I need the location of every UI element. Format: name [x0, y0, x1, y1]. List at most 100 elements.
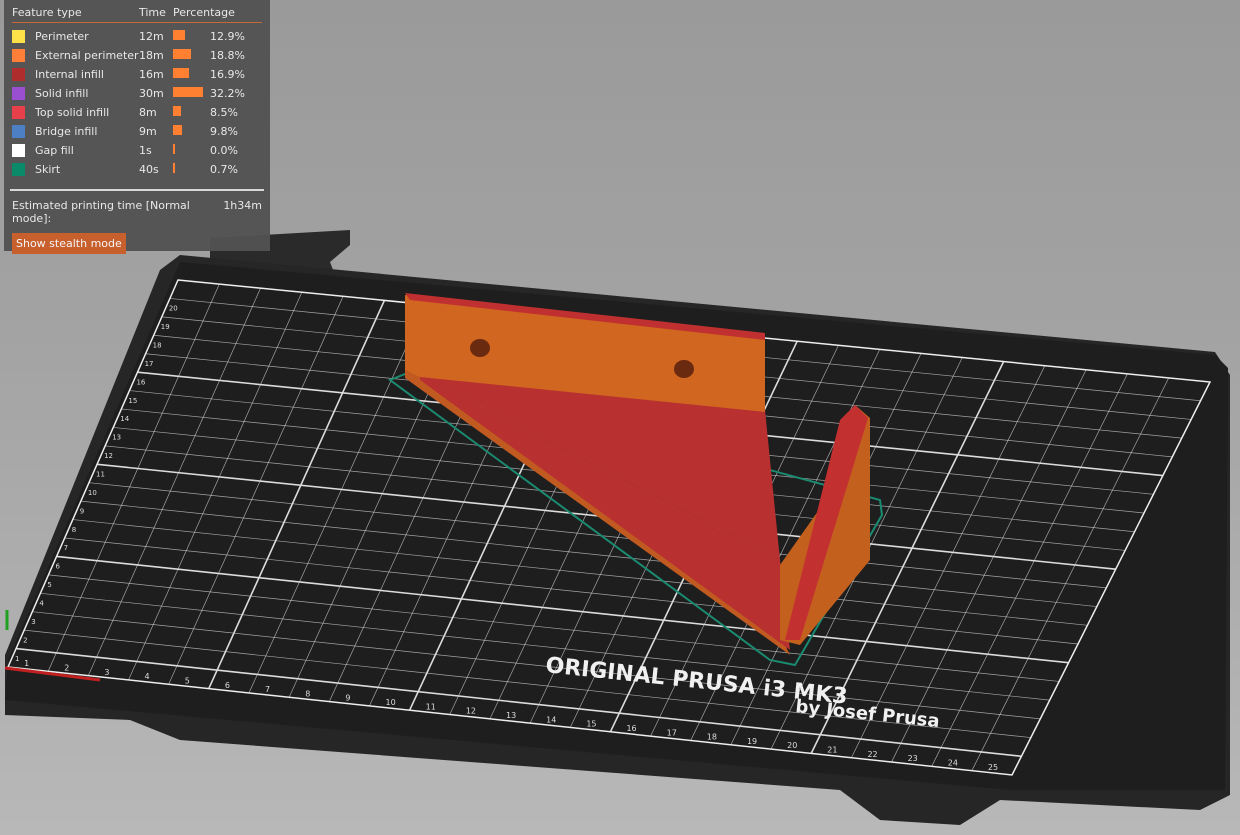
y-axis-label: 3: [31, 618, 35, 626]
legend-divider: [10, 189, 264, 191]
percentage-bar: [173, 30, 186, 40]
color-swatch: [12, 125, 25, 138]
x-axis-label: 19: [747, 737, 757, 746]
y-axis-label: 6: [56, 563, 61, 571]
legend-row: External perimeter 18m 18.8%: [12, 46, 262, 65]
feature-percentage: 9.8%: [210, 125, 238, 138]
feature-time: 16m: [139, 68, 164, 81]
color-swatch: [12, 87, 25, 100]
percentage-bar: [173, 106, 181, 116]
feature-percentage: 8.5%: [210, 106, 238, 119]
header-percentage: Percentage: [173, 6, 235, 19]
y-axis-label: 7: [64, 544, 68, 552]
feature-label: Solid infill: [35, 87, 89, 100]
feature-percentage: 0.0%: [210, 144, 238, 157]
x-axis-label: 25: [988, 763, 998, 772]
y-axis-label: 16: [136, 378, 145, 386]
x-axis-label: 11: [426, 702, 436, 711]
y-axis-label: 2: [23, 636, 27, 644]
x-axis-label: 10: [386, 698, 396, 707]
x-axis-label: 5: [185, 676, 190, 685]
feature-time: 18m: [139, 49, 164, 62]
y-axis-label: 13: [112, 434, 121, 442]
legend-row: Gap fill 1s 0.0%: [12, 141, 262, 160]
feature-percentage: 18.8%: [210, 49, 245, 62]
x-axis-label: 14: [546, 715, 556, 724]
color-swatch: [12, 68, 25, 81]
x-axis-label: 21: [827, 746, 837, 755]
feature-percentage: 16.9%: [210, 68, 245, 81]
show-stealth-mode-button[interactable]: Show stealth mode: [12, 233, 126, 254]
x-axis-label: 2: [64, 663, 69, 672]
feature-time: 30m: [139, 87, 164, 100]
legend-header: Feature type Time Percentage: [12, 6, 262, 23]
color-swatch: [12, 163, 25, 176]
legend-row: Perimeter 12m 12.9%: [12, 27, 262, 46]
header-feature-type: Feature type: [12, 6, 82, 19]
estimated-time: Estimated printing time [Normal mode]: 1…: [12, 199, 262, 225]
feature-time: 12m: [139, 30, 164, 43]
feature-label: Internal infill: [35, 68, 104, 81]
feature-label: Skirt: [35, 163, 61, 176]
y-axis-label: 15: [128, 397, 137, 405]
x-axis-label: 13: [506, 711, 516, 720]
y-axis-label: 12: [104, 452, 113, 460]
percentage-bar: [173, 163, 175, 173]
feature-time: 1s: [139, 144, 152, 157]
feature-time: 40s: [139, 163, 159, 176]
x-axis-label: 16: [626, 724, 636, 733]
feature-label: Gap fill: [35, 144, 74, 157]
feature-percentage: 32.2%: [210, 87, 245, 100]
y-axis-label: 9: [80, 507, 84, 515]
x-axis-label: 9: [345, 694, 350, 703]
legend-row: Solid infill 30m 32.2%: [12, 84, 262, 103]
x-axis-label: 12: [466, 707, 476, 716]
y-axis-label: 18: [153, 342, 162, 350]
x-axis-label: 17: [667, 728, 677, 737]
x-axis-label: 1: [24, 659, 29, 668]
y-axis-label: 8: [72, 526, 76, 534]
percentage-bar: [173, 49, 191, 59]
estimated-time-label: Estimated printing time [Normal mode]:: [12, 199, 190, 225]
color-swatch: [12, 144, 25, 157]
feature-label: Bridge infill: [35, 125, 98, 138]
color-swatch: [12, 30, 25, 43]
y-axis-label: 20: [169, 305, 178, 313]
header-time: Time: [139, 6, 166, 19]
percentage-bar: [173, 144, 175, 154]
feature-label: Top solid infill: [35, 106, 110, 119]
x-axis-label: 8: [305, 689, 310, 698]
legend-panel: Feature type Time Percentage Perimeter 12…: [4, 0, 270, 254]
feature-label: External perimeter: [35, 49, 139, 62]
y-axis-label: 10: [88, 489, 97, 497]
percentage-bar: [173, 68, 189, 78]
feature-time: 8m: [139, 106, 157, 119]
x-axis-label: 20: [787, 741, 797, 750]
x-axis-label: 22: [867, 750, 877, 759]
x-axis-label: 24: [948, 759, 958, 768]
color-swatch: [12, 49, 25, 62]
feature-percentage: 12.9%: [210, 30, 245, 43]
feature-percentage: 0.7%: [210, 163, 238, 176]
legend-row: Internal infill 16m 16.9%: [12, 65, 262, 84]
y-axis-label: 11: [96, 471, 105, 479]
x-axis-label: 7: [265, 685, 270, 694]
x-axis-label: 23: [908, 754, 918, 763]
y-axis-label: 4: [39, 600, 44, 608]
y-axis-label: 1: [15, 655, 19, 663]
y-axis-label: 14: [120, 415, 129, 423]
percentage-bar: [173, 87, 203, 97]
legend-row: Top solid infill 8m 8.5%: [12, 103, 262, 122]
x-axis-label: 18: [707, 733, 717, 742]
feature-time: 9m: [139, 125, 157, 138]
x-axis-label: 6: [225, 681, 230, 690]
estimated-time-value: 1h34m: [223, 199, 262, 212]
feature-label: Perimeter: [35, 30, 89, 43]
percentage-bar: [173, 125, 183, 135]
y-axis-label: 5: [47, 581, 51, 589]
legend-row: Skirt 40s 0.7%: [12, 160, 262, 179]
y-axis-label: 17: [145, 360, 154, 368]
y-axis-label: 19: [161, 323, 170, 331]
x-axis-label: 4: [145, 672, 150, 681]
x-axis-label: 3: [104, 668, 109, 677]
